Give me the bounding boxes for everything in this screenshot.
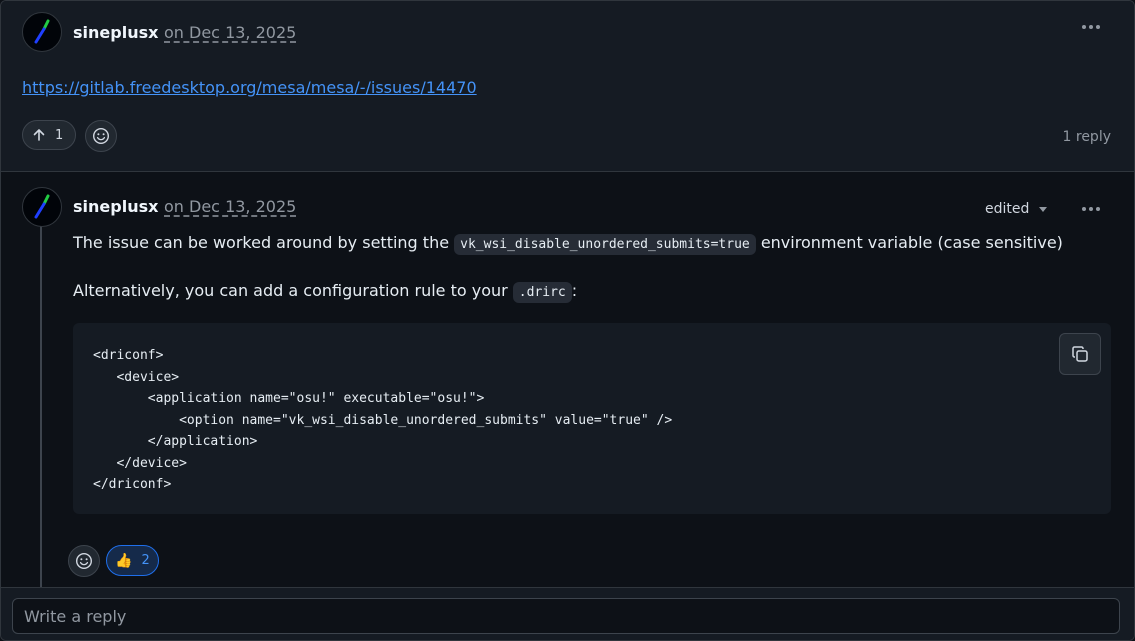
kebab-horizontal-icon [1082, 207, 1086, 211]
comment-date[interactable]: on Dec 13, 2025 [164, 23, 296, 43]
upvote-count: 1 [55, 127, 64, 143]
reply-avatar[interactable] [22, 187, 62, 227]
inline-code: .drirc [512, 282, 572, 303]
code-content: <driconf> <device> <application name="os… [93, 348, 673, 492]
reply-options-button[interactable] [1077, 199, 1105, 219]
paragraph-text: : [571, 281, 578, 300]
code-block: <driconf> <device> <application name="os… [73, 323, 1111, 514]
reply-date[interactable]: on Dec 13, 2025 [164, 197, 296, 217]
thumbs-up-icon: 👍 [115, 552, 133, 569]
smiley-icon [92, 127, 110, 145]
reply-paragraph-1: The issue can be worked around by settin… [73, 232, 1063, 256]
reaction-count: 2 [141, 553, 150, 568]
arrow-up-icon [33, 129, 45, 141]
discussion-thread: sineplusx on Dec 13, 2025 https://gitlab… [0, 0, 1135, 641]
reply-paragraph-2: Alternatively, you can add a configurati… [73, 280, 577, 304]
copy-icon [1072, 346, 1088, 362]
issue-link[interactable]: https://gitlab.freedesktop.org/mesa/mesa… [22, 77, 477, 99]
comment-author[interactable]: sineplusx [73, 23, 158, 43]
avatar-image [34, 194, 50, 219]
avatar-image [34, 19, 50, 44]
comment-options-button[interactable] [1077, 17, 1105, 37]
thumbs-up-reaction[interactable]: 👍 2 [106, 545, 159, 576]
reply-author[interactable]: sineplusx [73, 197, 158, 217]
avatar[interactable] [22, 12, 62, 52]
add-reaction-button[interactable] [85, 120, 117, 152]
thread-line [40, 226, 42, 588]
upvote-button[interactable]: 1 [22, 120, 76, 150]
paragraph-text: Alternatively, you can add a configurati… [73, 281, 513, 300]
reply-box [1, 587, 1134, 640]
reply-input[interactable] [12, 598, 1120, 634]
triangle-down-icon [1039, 206, 1048, 212]
reply-count[interactable]: 1 reply [1063, 128, 1111, 146]
paragraph-text: environment variable (case sensitive) [755, 233, 1063, 252]
smiley-icon [75, 552, 93, 570]
inline-code: vk_wsi_disable_unordered_submits=true [454, 234, 756, 255]
edited-label: edited [985, 201, 1030, 217]
top-comment: sineplusx on Dec 13, 2025 https://gitlab… [1, 1, 1134, 172]
paragraph-text: The issue can be worked around by settin… [73, 233, 455, 252]
add-reaction-button[interactable] [68, 545, 100, 577]
copy-code-button[interactable] [1059, 333, 1101, 375]
edited-history-dropdown[interactable]: edited [985, 200, 1048, 218]
kebab-horizontal-icon [1082, 25, 1086, 29]
